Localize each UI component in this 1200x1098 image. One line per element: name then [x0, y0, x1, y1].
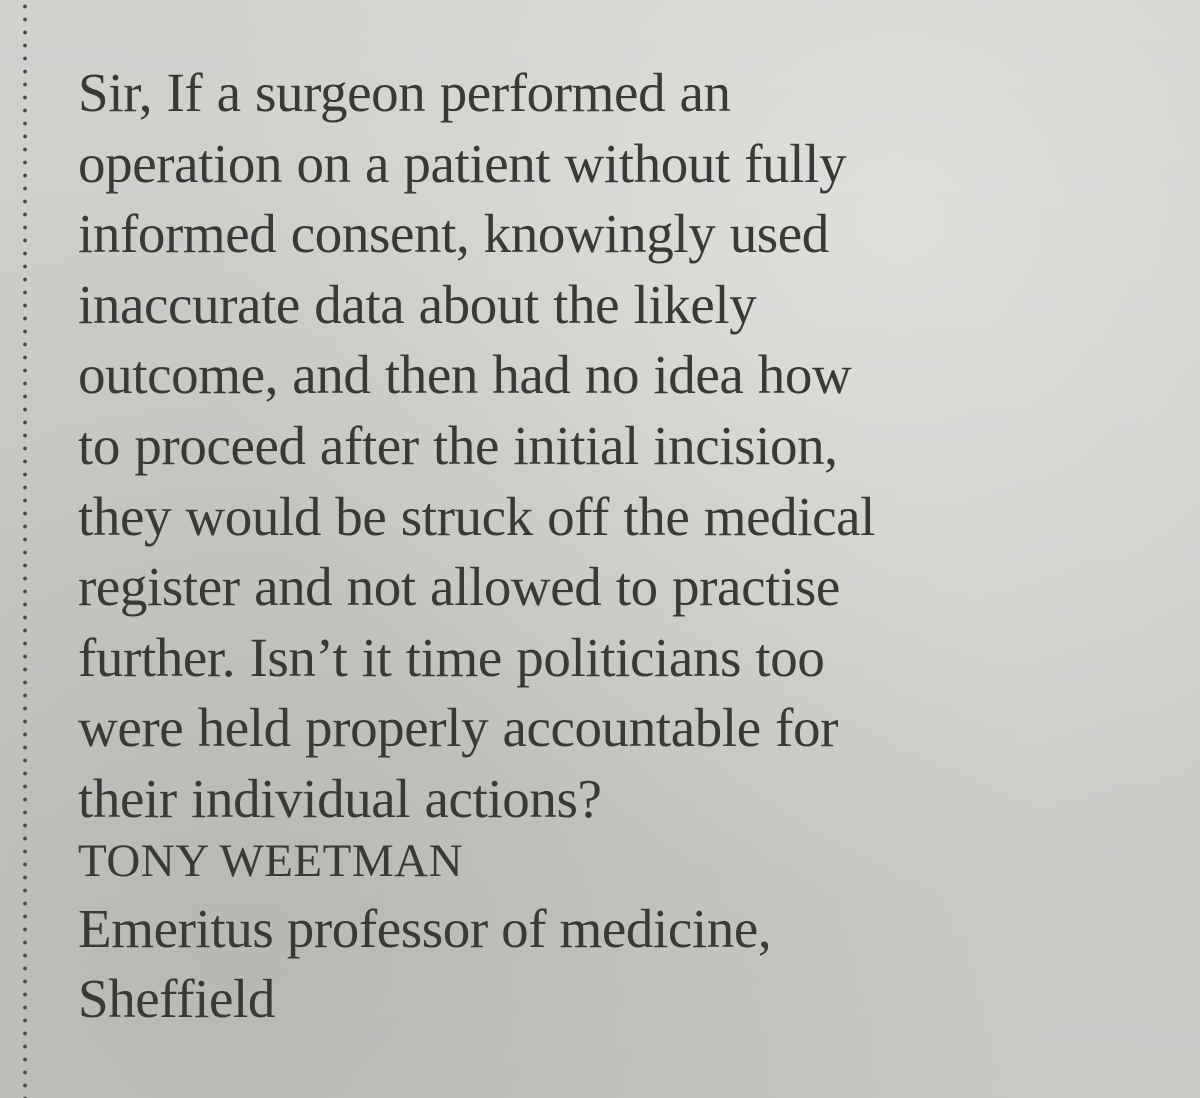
letter-line: were held properly accountable for: [78, 697, 839, 759]
letter-line: Sir, If a surgeon performed an: [78, 62, 731, 123]
letter-line: operation on a patient without fully: [78, 132, 847, 194]
letter-line: their individual actions?: [78, 767, 602, 829]
author-name: TONY WEETMAN: [78, 835, 464, 887]
newspaper-clipping: Sir, If a surgeon performed an operation…: [0, 0, 1200, 1098]
letter-signature: TONY WEETMAN Emeritus professor of medic…: [78, 828, 1178, 1034]
letter-line: to proceed after the initial incision,: [78, 414, 838, 476]
letter-line: register and not allowed to practise: [78, 556, 840, 618]
letter-line: outcome, and then had no idea how: [78, 344, 852, 406]
author-title: Emeritus professor of medicine,: [78, 898, 772, 959]
letter-line: further. Isn’t it time politicians too: [78, 626, 825, 688]
author-location: Sheffield: [78, 968, 276, 1029]
letter-line: informed consent, knowingly used: [78, 203, 829, 265]
letter-line: inaccurate data about the likely: [78, 273, 757, 335]
letter-line: they would be struck off the medical: [78, 485, 876, 547]
letter-body: Sir, If a surgeon performed an operation…: [78, 58, 1178, 835]
dotted-column-rule: [22, 0, 28, 1098]
